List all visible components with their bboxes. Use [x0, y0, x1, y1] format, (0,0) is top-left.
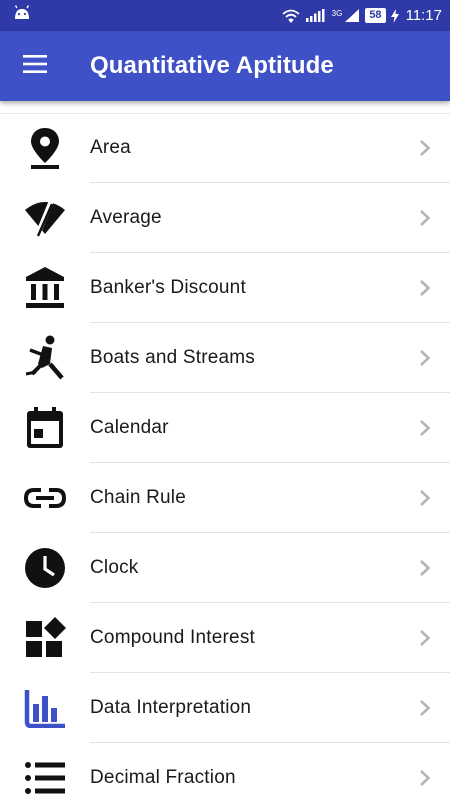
chevron-right-icon	[400, 699, 450, 717]
topic-list: Area Average Banker's Discount Boats and…	[0, 113, 450, 800]
map-pin-icon	[0, 113, 90, 183]
chevron-right-icon	[400, 349, 450, 367]
chevron-right-icon	[400, 769, 450, 787]
rowing-icon	[0, 323, 90, 393]
chevron-right-icon	[400, 629, 450, 647]
wifi-icon	[282, 8, 300, 24]
app-bar: Quantitative Aptitude	[0, 31, 450, 101]
status-bar: 3G 58 11:17	[0, 0, 450, 31]
charging-icon	[390, 8, 399, 23]
list-item-decimal-fraction[interactable]: Decimal Fraction	[0, 743, 450, 800]
signal-icon	[344, 8, 360, 23]
list-item-label: Clock	[90, 557, 139, 578]
hamburger-menu-icon	[23, 54, 47, 78]
list-item-label: Compound Interest	[90, 627, 255, 648]
list-item-label: Average	[90, 207, 162, 228]
bank-icon	[0, 253, 90, 323]
list-item-calendar[interactable]: Calendar	[0, 393, 450, 463]
chevron-right-icon	[400, 209, 450, 227]
widgets-icon	[0, 603, 90, 673]
list-item-compound-interest[interactable]: Compound Interest	[0, 603, 450, 673]
list-item-clock[interactable]: Clock	[0, 533, 450, 603]
list-item-chain-rule[interactable]: Chain Rule	[0, 463, 450, 533]
list-item-label: Boats and Streams	[90, 347, 255, 368]
list-item-label: Calendar	[90, 417, 169, 438]
chevron-right-icon	[400, 489, 450, 507]
list-icon	[0, 743, 90, 800]
wifi-off-icon	[0, 183, 90, 253]
list-item-data-interpretation[interactable]: Data Interpretation	[0, 673, 450, 743]
calendar-icon	[0, 393, 90, 463]
menu-button[interactable]	[0, 31, 70, 101]
signal-icon	[305, 8, 327, 23]
battery-level: 58	[365, 8, 386, 23]
link-icon	[0, 463, 90, 533]
list-item-label: Area	[90, 137, 131, 158]
list-item-label: Decimal Fraction	[90, 767, 236, 788]
list-item-area[interactable]: Area	[0, 113, 450, 183]
chevron-right-icon	[400, 139, 450, 157]
clock-icon	[0, 533, 90, 603]
list-item-average[interactable]: Average	[0, 183, 450, 253]
chevron-right-icon	[400, 279, 450, 297]
bar-chart-icon	[0, 673, 90, 743]
list-item-label: Banker's Discount	[90, 277, 246, 298]
list-item-boats-and-streams[interactable]: Boats and Streams	[0, 323, 450, 393]
list-item-bankers-discount[interactable]: Banker's Discount	[0, 253, 450, 323]
list-item-label: Data Interpretation	[90, 697, 252, 718]
page-title: Quantitative Aptitude	[90, 52, 334, 79]
list-item-label: Chain Rule	[90, 487, 186, 508]
network-type-label: 3G	[331, 9, 343, 18]
android-icon	[12, 5, 32, 26]
clock-time: 11:17	[405, 7, 442, 24]
chevron-right-icon	[400, 419, 450, 437]
chevron-right-icon	[400, 559, 450, 577]
